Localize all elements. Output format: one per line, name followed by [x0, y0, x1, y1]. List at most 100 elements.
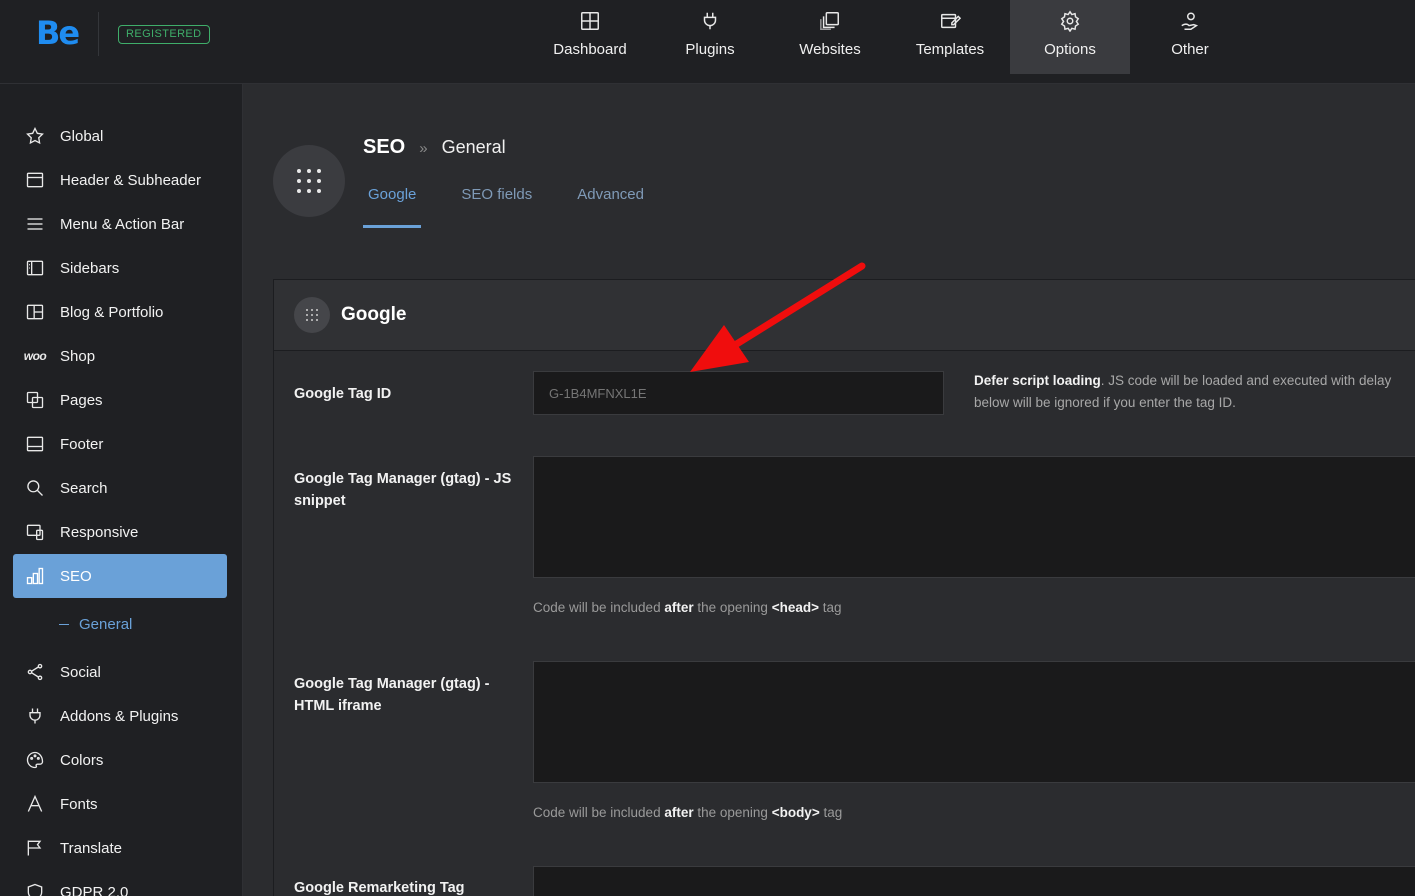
sub-item-dash [59, 623, 69, 625]
google-tag-id-label: Google Tag ID [294, 386, 392, 402]
defer-script-description: Defer script loading. JS code will be lo… [974, 370, 1415, 414]
sidebar-item-translate[interactable]: Translate [13, 826, 227, 870]
sidebar-item-sidebars[interactable]: Sidebars [13, 246, 227, 290]
sidebars-icon [26, 260, 44, 276]
topnav-label: Options [1044, 41, 1096, 58]
sidebar-item-label: Global [60, 127, 104, 145]
topnav-label: Dashboard [553, 41, 627, 58]
sidebar-item-menu[interactable]: Menu & Action Bar [13, 202, 227, 246]
defer-script-text: . JS code will be loaded and executed wi… [1100, 373, 1392, 388]
help-text: tag [818, 600, 842, 615]
flag-icon [27, 840, 42, 856]
breadcrumb-page: General [441, 137, 506, 157]
sidebar-item-blog-portfolio[interactable]: Blog & Portfolio [13, 290, 227, 334]
sidebar-item-seo[interactable]: SEO [13, 554, 227, 598]
menu-icon [27, 218, 43, 230]
sidebar-item-colors[interactable]: Colors [13, 738, 227, 782]
sidebar-item-label: Fonts [60, 795, 98, 813]
gear-icon [1060, 10, 1080, 32]
tab-advanced[interactable]: Advanced [572, 186, 649, 228]
sidebar-item-label: Header & Subheader [60, 171, 201, 189]
font-icon [27, 794, 43, 812]
panel-grid-icon [294, 297, 330, 333]
topnav-label: Plugins [685, 41, 735, 58]
sidebar-item-label: Translate [60, 839, 122, 857]
sidebar-item-label: SEO [60, 567, 92, 585]
footer-icon [26, 436, 44, 452]
responsive-icon [26, 524, 44, 541]
defer-script-text-2: below will be ignored if you enter the t… [974, 395, 1236, 410]
topnav-dashboard[interactable]: Dashboard [530, 0, 650, 74]
help-text: Code will be included [533, 805, 665, 820]
help-text: Code will be included [533, 600, 665, 615]
sidebar-item-global[interactable]: Global [13, 114, 227, 158]
sidebar-item-gdpr[interactable]: GDPR 2.0 [13, 870, 227, 896]
seo-chart-icon [26, 567, 44, 585]
sidebar-subitem-general[interactable]: General [13, 598, 227, 650]
help-tag: <body> [771, 805, 820, 820]
registered-badge: REGISTERED [118, 25, 210, 44]
gtag-js-textarea[interactable] [533, 456, 1415, 578]
logo[interactable]: Be [36, 14, 80, 52]
gtag-js-label: Google Tag Manager (gtag) - JS snippet [294, 471, 512, 509]
search-icon [27, 480, 43, 496]
sidebar-item-social[interactable]: Social [13, 650, 227, 694]
top-bar: Be REGISTERED Dashboard Plugins Websites… [0, 0, 1415, 84]
sidebar-item-header[interactable]: Header & Subheader [13, 158, 227, 202]
pages-icon [26, 391, 44, 409]
google-tag-id-input[interactable] [533, 371, 944, 415]
star-icon [26, 126, 44, 145]
logo-divider [98, 12, 99, 56]
tab-seo-fields[interactable]: SEO fields [456, 186, 537, 228]
sidebar-item-pages[interactable]: Pages [13, 378, 227, 422]
defer-script-title: Defer script loading [974, 373, 1101, 388]
sidebar-item-label: General [79, 615, 133, 633]
sidebar-item-label: GDPR 2.0 [60, 883, 129, 896]
options-sidebar: Global Header & Subheader Menu & Action … [0, 84, 243, 896]
dashboard-icon [581, 12, 599, 30]
tab-bar: Google SEO fields Advanced [363, 186, 684, 228]
sidebar-item-label: Footer [60, 435, 104, 453]
plug-icon [703, 12, 717, 30]
remarketing-label: Google Remarketing Tag [294, 880, 465, 896]
sidebar-item-addons[interactable]: Addons & Plugins [13, 694, 227, 738]
gtag-iframe-textarea[interactable] [533, 661, 1415, 783]
gtag-iframe-label: Google Tag Manager (gtag) - HTML iframe [294, 676, 490, 714]
section-menu-button[interactable] [273, 145, 345, 217]
topnav-other[interactable]: Other [1130, 0, 1250, 74]
help-text: the opening [693, 600, 772, 615]
topnav-options[interactable]: Options [1010, 0, 1130, 74]
topnav-templates[interactable]: Templates [890, 0, 1010, 74]
sidebar-item-label: Social [60, 663, 101, 681]
sidebar-item-label: Blog & Portfolio [60, 303, 164, 321]
plug-icon [29, 708, 41, 724]
breadcrumb-separator: » [419, 140, 428, 157]
blog-icon [26, 304, 44, 320]
sidebar-item-shop[interactable]: woo Shop [13, 334, 227, 378]
google-panel: Google Google Tag ID Defer script loadin… [273, 279, 1415, 896]
other-icon [1181, 12, 1199, 30]
topnav-websites[interactable]: Websites [770, 0, 890, 74]
topnav-plugins[interactable]: Plugins [650, 0, 770, 74]
sidebar-item-search[interactable]: Search [13, 466, 227, 510]
woo-icon: woo [23, 349, 47, 363]
sidebar-item-label: Addons & Plugins [60, 707, 179, 725]
sidebar-item-label: Colors [60, 751, 104, 769]
tab-google[interactable]: Google [363, 186, 422, 228]
topnav-label: Other [1171, 41, 1209, 58]
sidebar-item-fonts[interactable]: Fonts [13, 782, 227, 826]
sidebar-item-label: Shop [60, 347, 96, 365]
sidebar-item-responsive[interactable]: Responsive [13, 510, 227, 554]
sidebar-item-label: Search [60, 479, 108, 497]
gtag-iframe-help: Code will be included after the opening … [533, 805, 842, 820]
remarketing-textarea[interactable] [533, 866, 1415, 896]
topnav-label: Websites [799, 41, 861, 58]
topnav-label: Templates [915, 41, 985, 58]
share-icon [27, 663, 43, 681]
header-icon [26, 172, 44, 188]
grid-dots-icon [297, 169, 321, 193]
sidebar-item-label: Pages [60, 391, 103, 409]
palette-icon [26, 751, 44, 769]
help-emphasis: after [664, 600, 694, 615]
sidebar-item-footer[interactable]: Footer [13, 422, 227, 466]
